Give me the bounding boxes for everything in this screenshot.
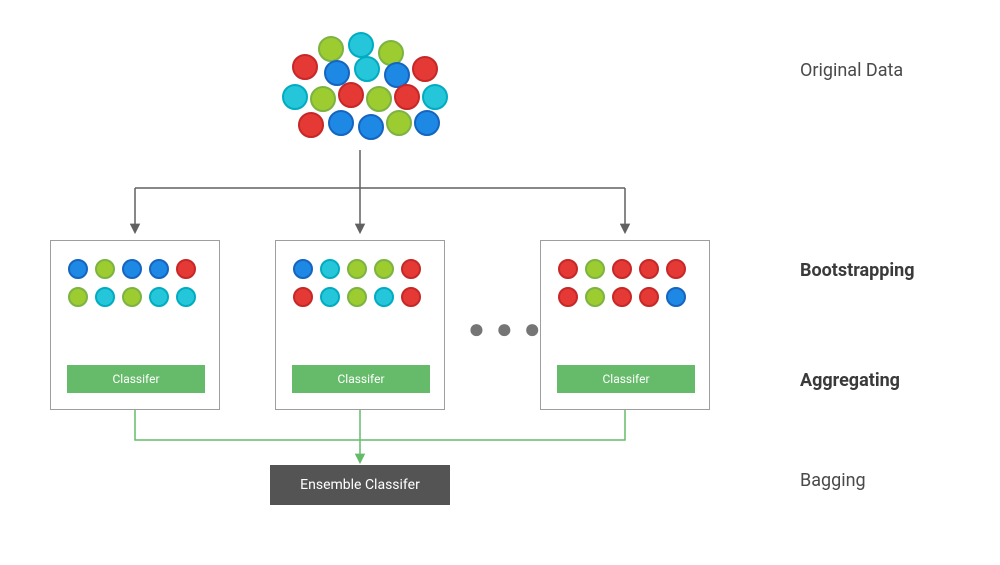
data-point	[122, 287, 142, 307]
bootstrap-sample-n: Classifer	[540, 240, 710, 410]
data-point	[298, 112, 324, 138]
classifier-box-1: Classifer	[67, 365, 205, 393]
data-point	[401, 287, 421, 307]
stage-label-bootstrapping: Bootstrapping	[800, 260, 915, 281]
bootstrap-sample-2: Classifer	[275, 240, 445, 410]
data-point	[612, 287, 632, 307]
data-point	[639, 259, 659, 279]
data-point	[68, 287, 88, 307]
data-point	[320, 259, 340, 279]
data-point	[612, 259, 632, 279]
data-point	[666, 259, 686, 279]
data-point	[293, 287, 313, 307]
data-point	[585, 259, 605, 279]
data-point	[176, 259, 196, 279]
data-point	[348, 32, 374, 58]
ensemble-classifier: Ensemble Classifer	[270, 465, 450, 505]
stage-label-original: Original Data	[800, 60, 903, 81]
data-point	[95, 259, 115, 279]
classifier-box-n: Classifer	[557, 365, 695, 393]
data-point	[338, 82, 364, 108]
data-point	[176, 287, 196, 307]
data-point	[320, 287, 340, 307]
data-point	[328, 110, 354, 136]
data-point	[293, 259, 313, 279]
data-point	[68, 259, 88, 279]
classifier-box-2: Classifer	[292, 365, 430, 393]
data-point	[122, 259, 142, 279]
data-point	[347, 287, 367, 307]
ellipsis-icon: ● ● ●	[468, 312, 543, 345]
original-data-cluster	[280, 30, 450, 150]
data-point	[358, 114, 384, 140]
data-point	[292, 54, 318, 80]
data-point	[310, 86, 336, 112]
data-point	[386, 110, 412, 136]
data-point	[401, 259, 421, 279]
data-point	[639, 287, 659, 307]
data-point	[394, 84, 420, 110]
data-point	[412, 56, 438, 82]
data-point	[558, 259, 578, 279]
data-point	[366, 86, 392, 112]
stage-label-aggregating: Aggregating	[800, 370, 900, 391]
data-point	[149, 287, 169, 307]
data-point	[354, 56, 380, 82]
data-point	[149, 259, 169, 279]
data-point	[318, 36, 344, 62]
data-point	[374, 287, 394, 307]
data-point	[95, 287, 115, 307]
data-point	[282, 84, 308, 110]
stage-label-bagging: Bagging	[800, 470, 866, 491]
data-point	[666, 287, 686, 307]
data-point	[414, 110, 440, 136]
data-point	[585, 287, 605, 307]
data-point	[347, 259, 367, 279]
data-point	[374, 259, 394, 279]
data-point	[422, 84, 448, 110]
bootstrap-sample-1: Classifer	[50, 240, 220, 410]
data-point	[558, 287, 578, 307]
